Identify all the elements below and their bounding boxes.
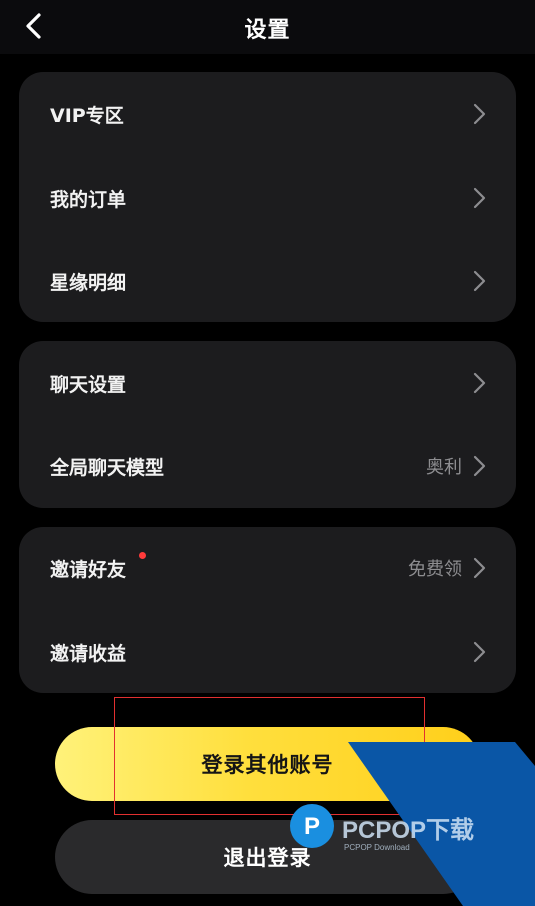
chevron-right-icon bbox=[473, 641, 486, 663]
chevron-right-icon bbox=[473, 187, 486, 209]
page-title: 设置 bbox=[244, 18, 291, 43]
logout-button[interactable]: 退出登录 bbox=[55, 820, 480, 894]
chevron-right-icon bbox=[473, 103, 486, 125]
settings-row-chat-settings[interactable]: 聊天设置 bbox=[19, 355, 516, 411]
row-label: 聊天设置 bbox=[50, 373, 127, 396]
row-label: 邀请好友 bbox=[50, 558, 127, 581]
settings-group-account: VIP专区 我的订单 星缘明细 bbox=[19, 72, 516, 322]
settings-group-chat: 聊天设置 全局聊天模型 奥利 bbox=[19, 341, 516, 508]
settings-row-orders[interactable]: 我的订单 bbox=[19, 170, 516, 226]
settings-row-vip[interactable]: VIP专区 bbox=[19, 86, 516, 142]
settings-row-invite-friends[interactable]: 邀请好友 免费领 bbox=[19, 540, 516, 596]
row-value: 免费领 bbox=[408, 559, 462, 580]
chevron-right-icon bbox=[473, 270, 486, 292]
settings-page: 设置 VIP专区 我的订单 星缘明细 聊天设置 全局聊天模型 奥利 邀请好友 免… bbox=[0, 0, 535, 906]
switch-account-button[interactable]: 登录其他账号 bbox=[55, 727, 480, 801]
top-bar: 设置 bbox=[0, 0, 535, 54]
chevron-right-icon bbox=[473, 557, 486, 579]
settings-row-global-chat-model[interactable]: 全局聊天模型 奥利 bbox=[19, 438, 516, 494]
red-dot-badge bbox=[139, 552, 146, 559]
row-label: VIP专区 bbox=[50, 104, 124, 127]
switch-account-label: 登录其他账号 bbox=[201, 753, 334, 777]
row-value: 奥利 bbox=[426, 457, 462, 478]
row-label: 星缘明细 bbox=[50, 271, 127, 294]
row-label: 我的订单 bbox=[50, 188, 127, 211]
settings-row-star-details[interactable]: 星缘明细 bbox=[19, 253, 516, 309]
chevron-right-icon bbox=[473, 372, 486, 394]
settings-group-invite: 邀请好友 免费领 邀请收益 bbox=[19, 527, 516, 693]
logout-label: 退出登录 bbox=[223, 846, 312, 870]
chevron-right-icon bbox=[473, 455, 486, 477]
row-label: 邀请收益 bbox=[50, 642, 127, 665]
settings-row-invite-earnings[interactable]: 邀请收益 bbox=[19, 624, 516, 680]
row-label: 全局聊天模型 bbox=[50, 456, 165, 479]
